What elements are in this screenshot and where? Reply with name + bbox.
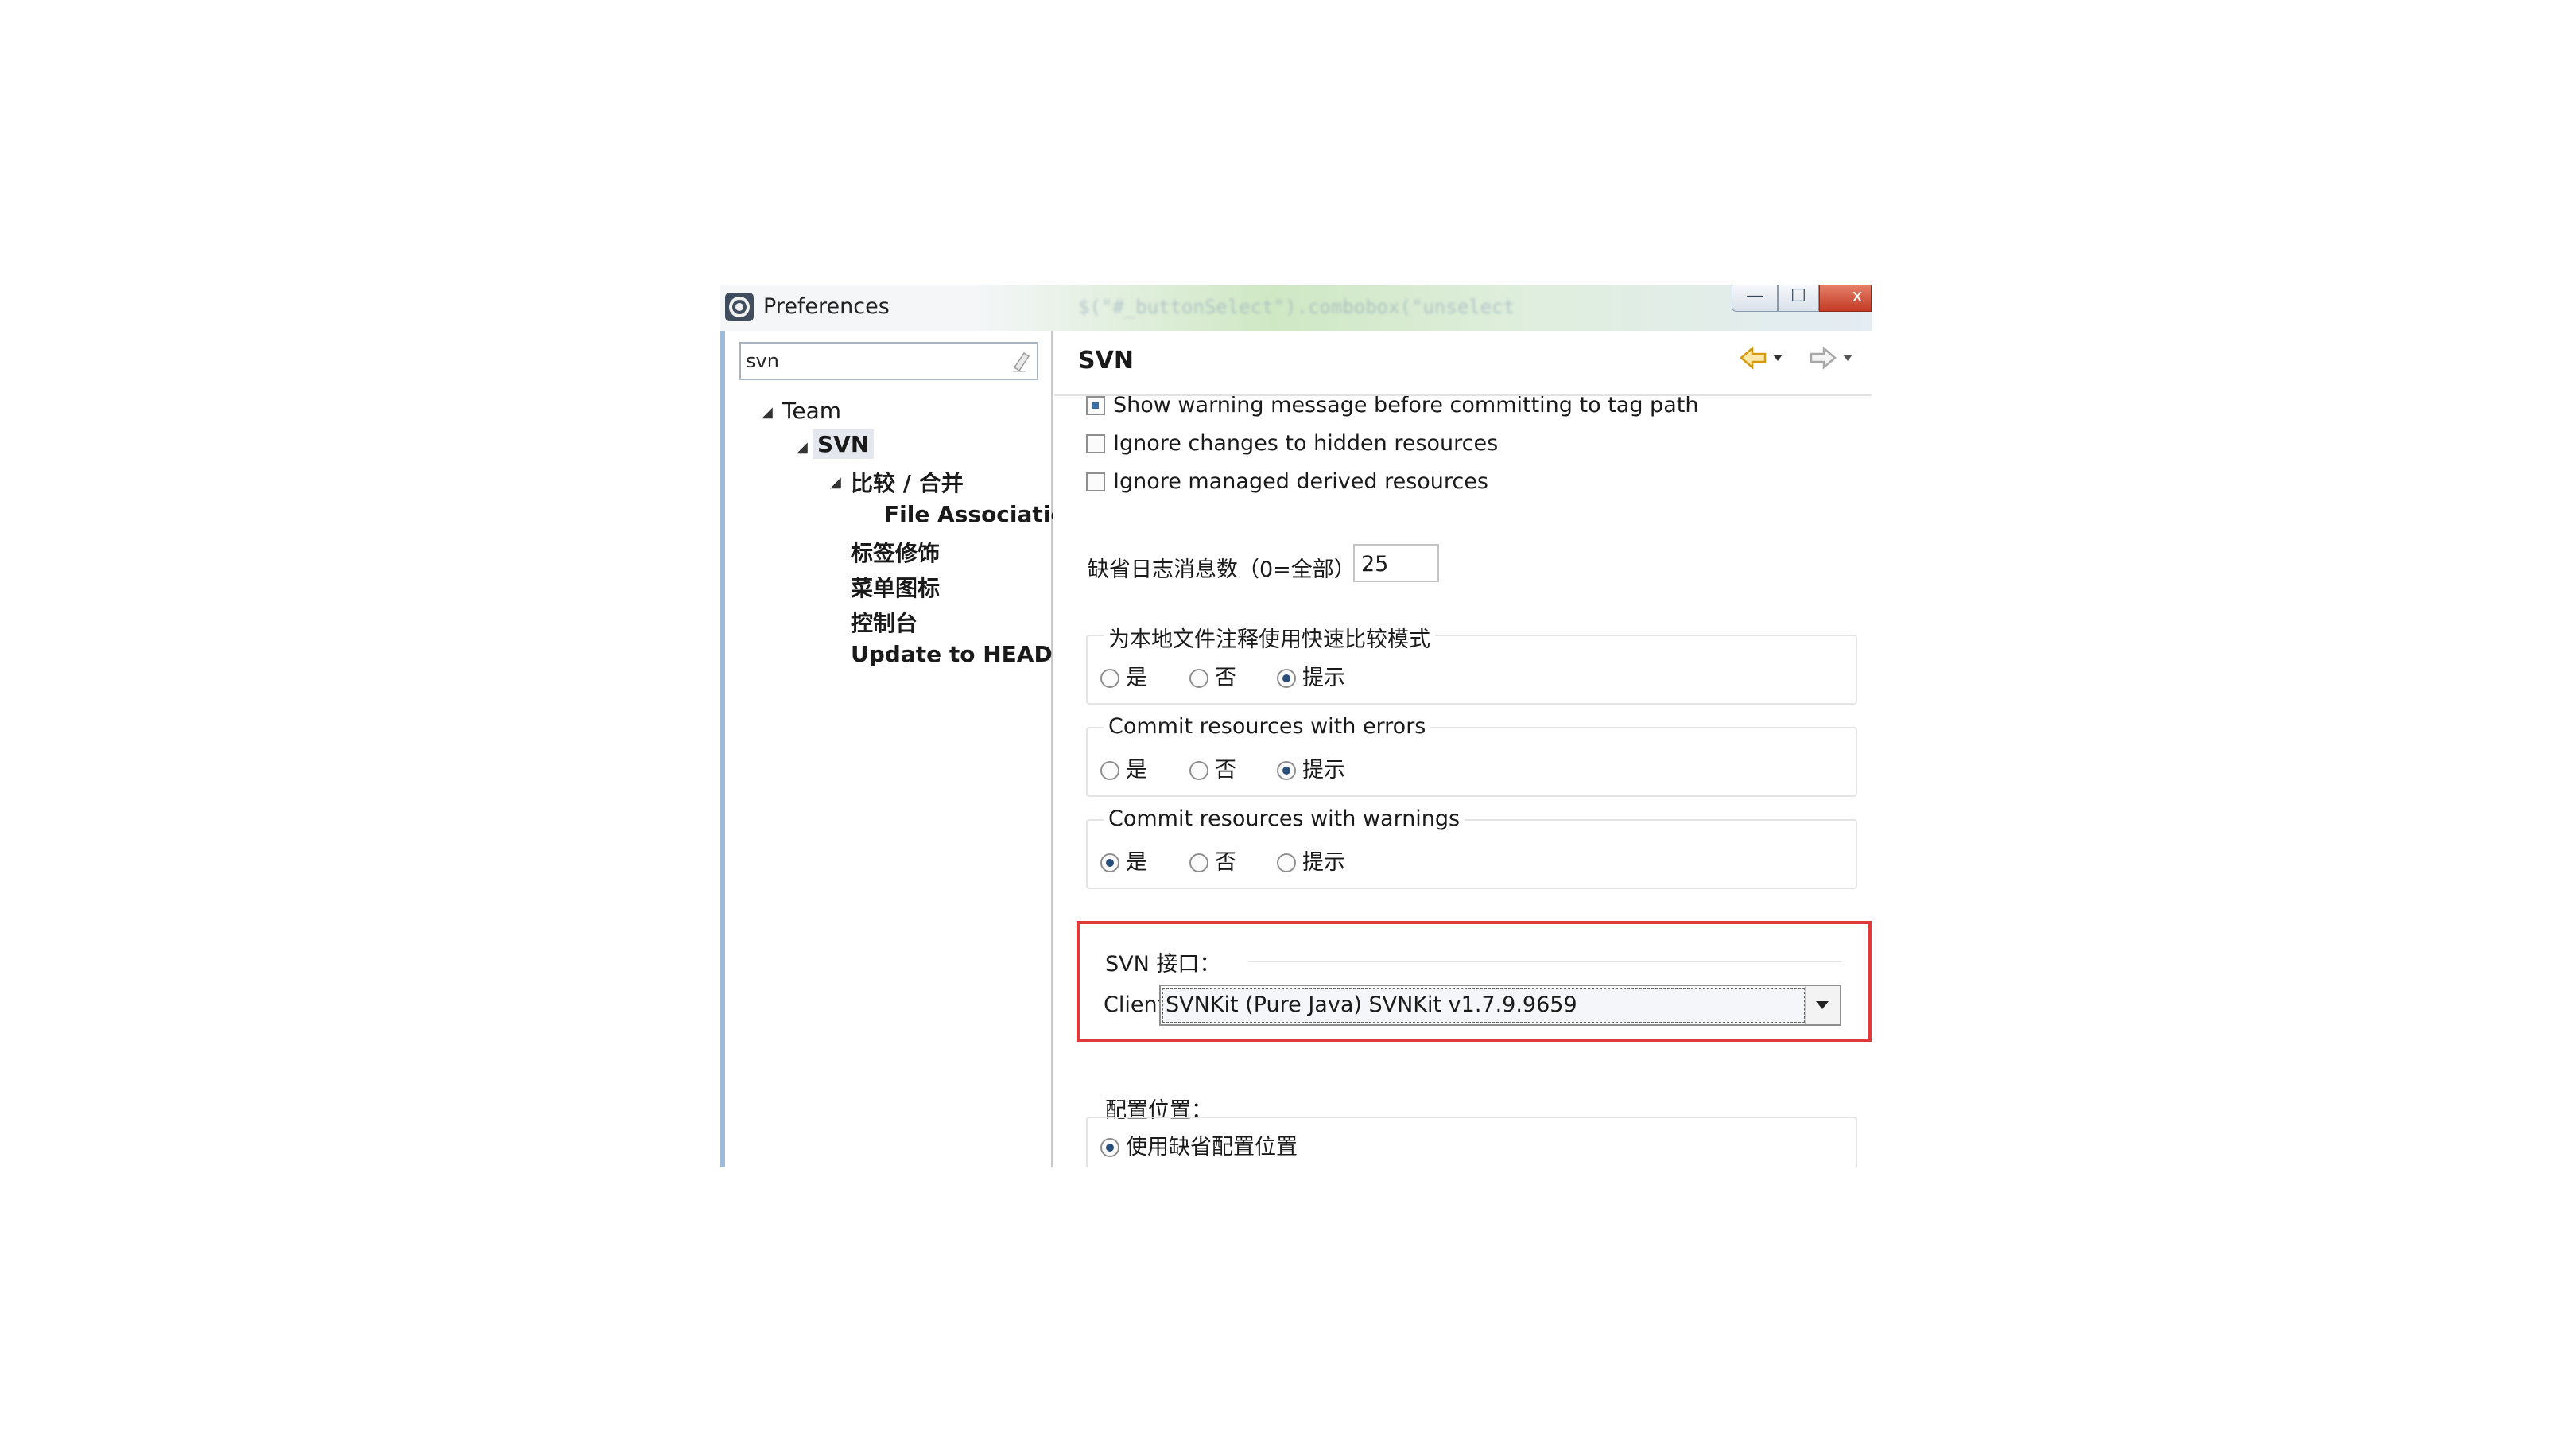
maximize-icon: ☐ [1790,286,1806,306]
chevron-down-icon[interactable] [1805,986,1840,1024]
tree-item-compare-merge[interactable]: 比较 / 合并 [851,466,964,498]
radio-label: 提示 [1302,758,1345,783]
radio-indicator[interactable] [1100,669,1119,688]
radio-indicator[interactable] [1100,1138,1119,1157]
expand-triangle-icon[interactable]: ◢ [762,404,773,421]
maximize-button[interactable]: ☐ [1778,285,1819,312]
tree-item-update-to-head[interactable]: Update to HEAD [851,641,1053,667]
radio-indicator[interactable] [1277,853,1296,872]
forward-arrow-icon[interactable] [1810,346,1837,370]
checkbox-label: Ignore managed derived resources [1113,469,1488,494]
svn-preferences-page: SVN Show warning message before committi… [1054,331,1872,1167]
radio-label: 提示 [1302,666,1345,690]
filter-input-value[interactable]: svn [746,350,779,372]
radio-no[interactable]: 否 [1189,660,1236,691]
radio-yes[interactable]: 是 [1100,845,1147,876]
tree-item-label: Update to HEAD [851,641,1053,667]
tree-item-label-decorations[interactable]: 标签修饰 [851,536,940,568]
tree-item-label: 比较 / 合并 [851,470,964,496]
close-button[interactable]: x [1819,285,1872,312]
minimize-icon: — [1746,286,1763,306]
tree-item-label: File Associatic [884,501,1053,527]
tree-item-team[interactable]: Team [782,398,841,424]
fast-compare-group: 为本地文件注释使用快速比较模式 是 否 提示 [1086,622,1857,705]
radio-label: 使用缺省配置位置 [1126,1135,1298,1160]
group-title: Commit resources with errors [1104,714,1431,739]
log-count-label: 缺省日志消息数（0=全部） [1088,557,1356,582]
preference-tree-panel: svn ◢ Team ◢ SVN ◢ 比较 / 合并 File Associat… [720,331,1053,1167]
checkbox-label: Ignore changes to hidden resources [1113,431,1499,456]
radio-indicator[interactable] [1100,853,1119,872]
tree-item-label: SVN [813,429,875,459]
radio-prompt[interactable]: 提示 [1277,752,1345,783]
window-title: Preferences [763,294,890,319]
log-count-input[interactable]: 25 [1353,544,1439,582]
radio-label: 提示 [1302,850,1345,875]
warn-tag-commit-checkbox-row[interactable]: Show warning message before committing t… [1086,396,1698,418]
radio-label: 否 [1215,850,1236,875]
radio-yes[interactable]: 是 [1100,660,1147,691]
log-count-value[interactable]: 25 [1361,552,1388,577]
client-select-value: SVNKit (Pure Java) SVNKit v1.7.9.9659 [1166,993,1577,1017]
navigation-toolbar [1740,346,1852,370]
config-location-group: 使用缺省配置位置 [1086,1117,1857,1167]
radio-indicator[interactable] [1189,853,1208,872]
expand-triangle-icon[interactable]: ◢ [797,439,808,456]
radio-indicator[interactable] [1189,669,1208,688]
preferences-window: Preferences $("#_buttonSelect").combobox… [720,285,1872,1167]
forward-menu-chevron-icon[interactable] [1843,355,1852,361]
tree-item-label: 控制台 [851,610,918,636]
radio-label: 否 [1215,758,1236,783]
radio-label: 是 [1126,666,1147,690]
tree-item-label: 标签修饰 [851,540,941,566]
checkbox[interactable] [1086,396,1105,415]
minimize-button[interactable]: — [1732,285,1778,312]
close-icon: x [1852,286,1863,306]
radio-yes[interactable]: 是 [1100,752,1147,783]
radio-no[interactable]: 否 [1189,845,1236,876]
ignore-derived-checkbox-row[interactable]: Ignore managed derived resources [1086,469,1488,494]
tree-item-menu-icons[interactable]: 菜单图标 [851,571,940,603]
svn-interface-title: SVN 接口： [1105,952,1221,977]
group-title: Commit resources with warnings [1104,806,1465,831]
expand-triangle-icon[interactable]: ◢ [830,474,841,491]
checkbox-label: Show warning message before committing t… [1113,396,1699,418]
radio-indicator[interactable] [1100,761,1119,780]
radio-indicator[interactable] [1189,761,1208,780]
radio-prompt[interactable]: 提示 [1277,845,1345,876]
back-menu-chevron-icon[interactable] [1773,355,1783,361]
eclipse-app-icon [725,293,754,321]
tree-item-svn[interactable]: SVN [813,429,875,459]
page-title: SVN [1078,347,1134,375]
title-bar: Preferences $("#_buttonSelect").combobox… [720,285,1872,331]
filter-input[interactable]: svn [739,342,1038,380]
tree-item-file-associations[interactable]: File Associatic [884,501,1053,527]
page-scroll-area[interactable]: Show warning message before committing t… [1054,396,1872,1167]
tree-item-console[interactable]: 控制台 [851,606,918,638]
back-arrow-icon[interactable] [1740,346,1767,370]
radio-no[interactable]: 否 [1189,752,1236,783]
client-select[interactable]: SVNKit (Pure Java) SVNKit v1.7.9.9659 [1159,985,1841,1026]
checkbox[interactable] [1086,434,1105,453]
checkbox[interactable] [1086,472,1105,491]
tree-item-label: Team [782,398,842,424]
tree-item-label: 菜单图标 [851,575,941,601]
radio-indicator[interactable] [1277,761,1296,780]
commit-errors-group: Commit resources with errors 是 否 提示 [1086,714,1857,797]
radio-indicator[interactable] [1277,669,1296,688]
clear-filter-icon[interactable] [1008,348,1032,374]
radio-default-config[interactable]: 使用缺省配置位置 [1100,1129,1298,1160]
background-code-snippet: $("#_buttonSelect").combobox("unselect [1078,296,1515,318]
radio-label: 否 [1215,666,1236,690]
section-divider [1248,961,1841,962]
group-title: 为本地文件注释使用快速比较模式 [1104,622,1435,653]
radio-label: 是 [1126,850,1147,875]
ignore-hidden-checkbox-row[interactable]: Ignore changes to hidden resources [1086,431,1498,456]
commit-warnings-group: Commit resources with warnings 是 否 提示 [1086,806,1857,889]
radio-label: 是 [1126,758,1147,783]
radio-prompt[interactable]: 提示 [1277,660,1345,691]
